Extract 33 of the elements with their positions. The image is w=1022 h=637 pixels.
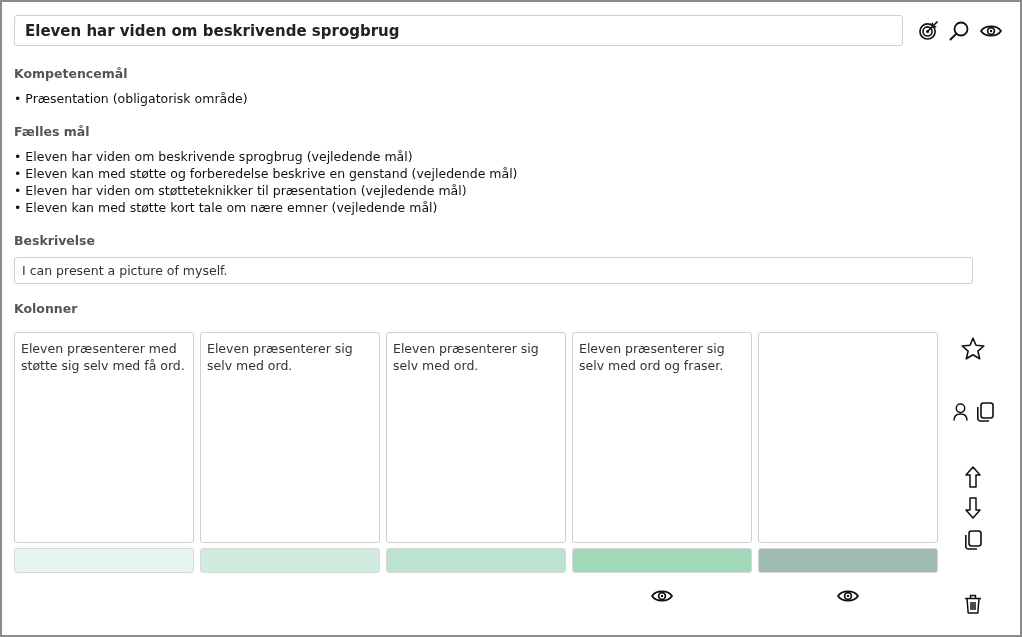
- title-field[interactable]: Eleven har viden om beskrivende sprogbrug: [14, 15, 903, 46]
- trash-icon[interactable]: [964, 594, 982, 614]
- list-item: • Eleven har viden om støtteteknikker til præsentation (vejledende mål): [14, 182, 468, 199]
- description-field[interactable]: I can present a picture of myself.: [14, 257, 973, 284]
- column-color-bar[interactable]: [572, 548, 752, 573]
- list-item: • Præsentation (obligatorisk område): [14, 90, 249, 107]
- section-heading: Kolonner: [14, 300, 79, 317]
- list-item: • Eleven kan med støtte kort tale om nære emner (vejledende mål): [14, 199, 439, 216]
- search-icon[interactable]: [949, 20, 969, 41]
- column-color-bar[interactable]: [14, 548, 194, 573]
- star-icon[interactable]: [961, 337, 985, 360]
- column-text-field[interactable]: Eleven præsenterer sig selv med ord.: [200, 332, 380, 543]
- list-item: • Eleven kan med støtte og forberedelse beskrive en genstand (vejledende mål): [14, 165, 519, 182]
- copy-icon[interactable]: [975, 402, 994, 422]
- column-text-field[interactable]: Eleven præsenterer sig selv med ord og fraser.: [572, 332, 752, 543]
- copy-icon[interactable]: [964, 530, 982, 550]
- target-icon[interactable]: [919, 21, 938, 40]
- column-color-bar[interactable]: [200, 548, 380, 573]
- column-color-bar[interactable]: [758, 548, 938, 573]
- eye-icon[interactable]: [980, 23, 1002, 38]
- arrow-down-icon[interactable]: [965, 497, 981, 519]
- column-text-field[interactable]: Eleven præsenterer med støtte sig selv med få ord.: [14, 332, 194, 543]
- person-icon[interactable]: [952, 403, 968, 421]
- section-heading: Fælles mål: [14, 123, 91, 140]
- list-item: • Eleven har viden om beskrivende sprogbrug (vejledende mål): [14, 148, 414, 165]
- eye-icon[interactable]: [837, 589, 859, 603]
- column-text-field[interactable]: [758, 332, 938, 543]
- section-heading: Kompetencemål: [14, 65, 129, 82]
- column-text-field[interactable]: Eleven præsenterer sig selv med ord.: [386, 332, 566, 543]
- column-color-bar[interactable]: [386, 548, 566, 573]
- section-heading: Beskrivelse: [14, 232, 97, 249]
- eye-icon[interactable]: [651, 589, 673, 603]
- arrow-up-icon[interactable]: [965, 466, 981, 488]
